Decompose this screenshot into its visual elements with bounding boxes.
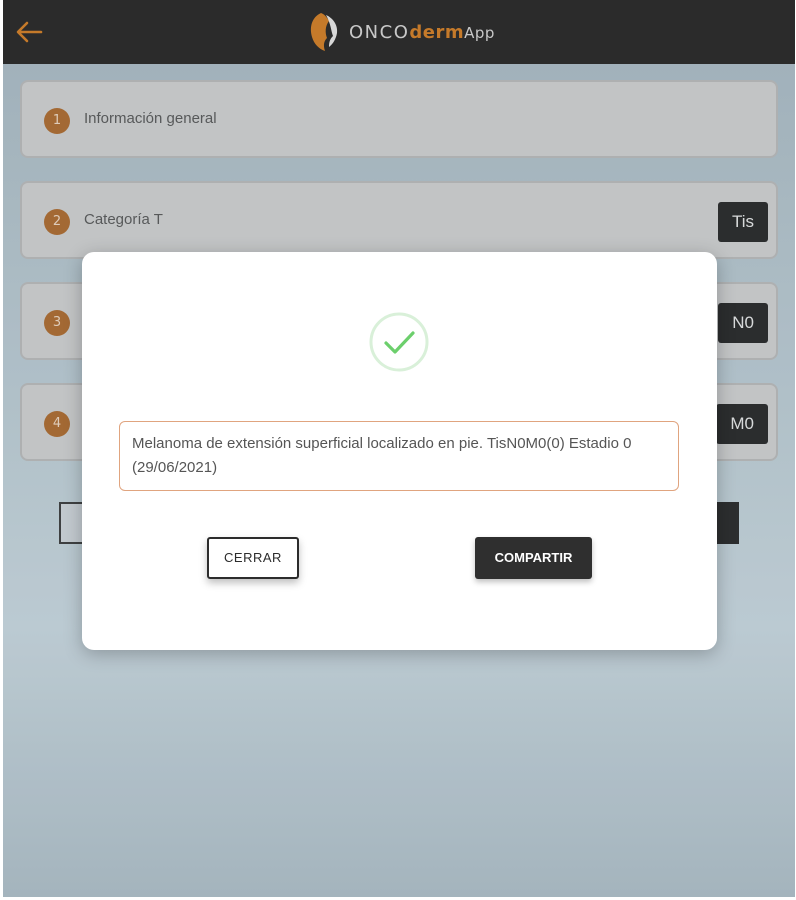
app-screen: ONCOdermApp 1 Información general 2 Cate… — [3, 0, 795, 897]
logo-text-onco: ONCO — [349, 21, 410, 43]
share-button[interactable]: COMPARTIR — [475, 537, 592, 579]
logo-text-app: App — [464, 23, 495, 42]
result-message: Melanoma de extensión superficial locali… — [119, 421, 679, 491]
app-logo: ONCOdermApp — [307, 10, 495, 54]
check-circle-icon — [369, 312, 429, 372]
arrow-left-icon[interactable] — [15, 20, 43, 44]
logo-text-derm: derm — [409, 21, 465, 43]
top-bar: ONCOdermApp — [3, 0, 795, 64]
head-profile-icon — [310, 13, 338, 51]
close-button[interactable]: CERRAR — [207, 537, 299, 579]
result-dialog: Melanoma de extensión superficial locali… — [82, 252, 717, 650]
